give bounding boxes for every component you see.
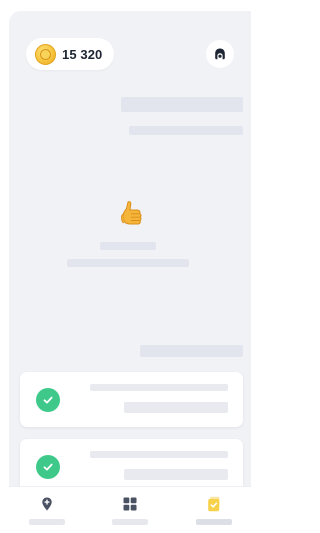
- tab-label-placeholder: [112, 519, 148, 525]
- card-title-placeholder: [90, 384, 228, 391]
- avatar-button[interactable]: [206, 40, 234, 68]
- completed-item-card[interactable]: [20, 372, 243, 427]
- bottom-tab-bar: [9, 486, 251, 533]
- thumbs-up-emoji: [121, 201, 142, 225]
- tab-label-placeholder: [29, 519, 65, 525]
- check-icon: [36, 388, 60, 412]
- tab-map[interactable]: [17, 487, 77, 533]
- grid-icon: [123, 497, 137, 511]
- app-screen: 15 320: [9, 11, 251, 533]
- check-icon: [36, 455, 60, 479]
- card-subtitle-placeholder: [124, 402, 228, 413]
- feedback-title-placeholder: [100, 242, 156, 250]
- lesson-card-icon: [208, 496, 220, 512]
- card-title-placeholder: [90, 451, 228, 458]
- title-placeholder: [121, 97, 243, 112]
- tab-label-placeholder: [196, 519, 232, 525]
- coin-balance-value: 15 320: [62, 46, 103, 62]
- avatar-icon: [215, 48, 225, 60]
- section-label-placeholder: [140, 345, 243, 357]
- card-subtitle-placeholder: [124, 469, 228, 480]
- coin-balance-pill[interactable]: 15 320: [26, 38, 114, 70]
- feedback-text-placeholder: [67, 259, 189, 267]
- tab-grid[interactable]: [100, 487, 160, 533]
- tab-lessons[interactable]: [184, 487, 244, 533]
- subtitle-placeholder: [129, 126, 243, 135]
- map-pin-icon: [42, 497, 52, 511]
- coin-icon: [35, 43, 56, 65]
